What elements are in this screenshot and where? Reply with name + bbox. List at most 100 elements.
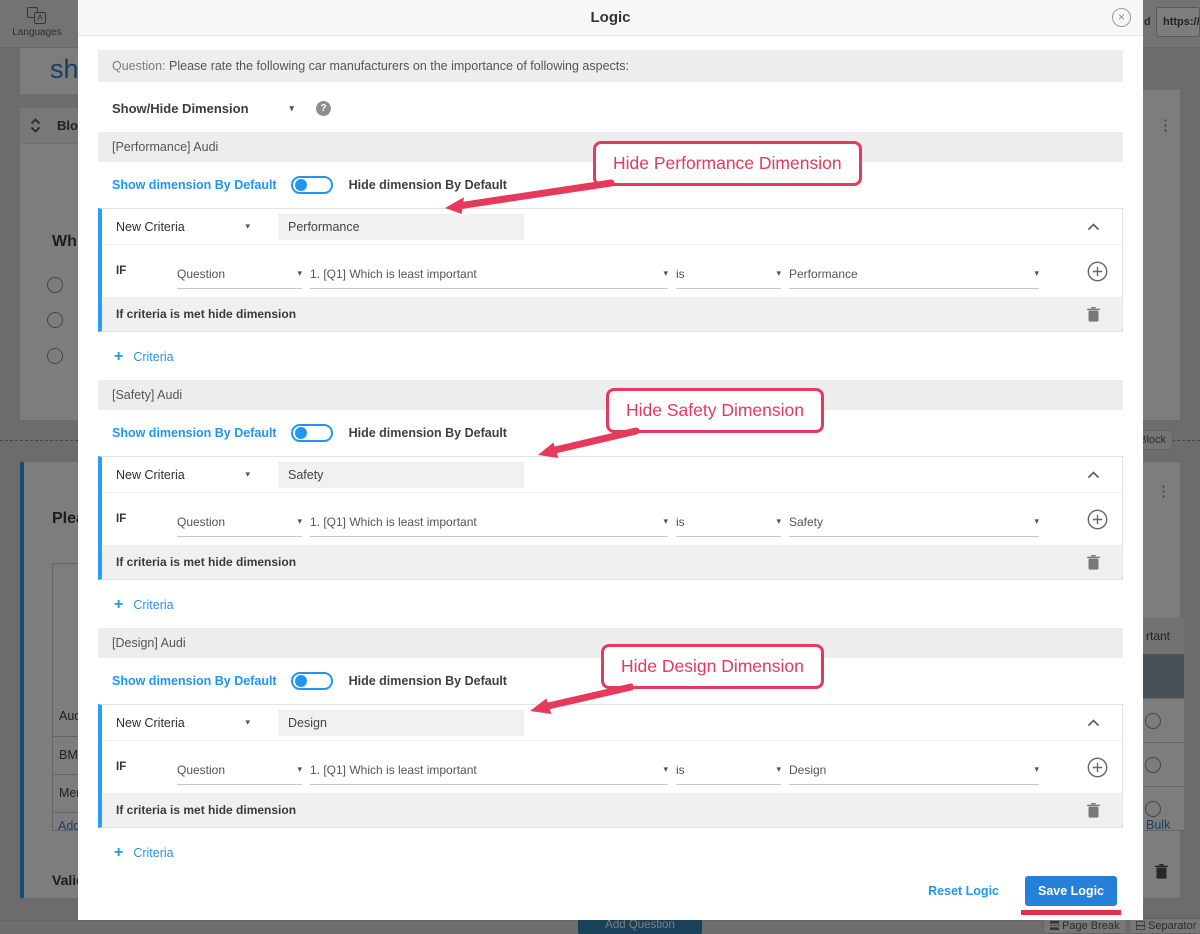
condition-operator-dropdown[interactable]: is ▾ — [676, 259, 781, 289]
annotation-hide-design: Hide Design Dimension — [601, 644, 824, 689]
logic-modal: Logic × Question: Please rate the follow… — [78, 0, 1143, 920]
collapse-chevron-icon[interactable] — [1087, 719, 1100, 727]
show-dimension-default-label: Show dimension By Default — [112, 178, 277, 192]
question-bar-label: Question: — [112, 59, 166, 73]
criteria-met-row: If criteria is met hide dimension — [102, 545, 1122, 579]
modal-footer: Reset Logic Save Logic — [98, 876, 1123, 906]
criteria-met-text: If criteria is met hide dimension — [116, 307, 296, 321]
question-bar-text: Please rate the following car manufactur… — [169, 59, 629, 73]
condition-type-dropdown[interactable]: Question ▾ — [177, 755, 302, 785]
dimension-default-toggle[interactable] — [291, 176, 333, 194]
delete-criteria-icon[interactable] — [1087, 555, 1100, 570]
condition-question-dropdown[interactable]: 1. [Q1] Which is least important ▾ — [310, 259, 668, 289]
add-criteria-label: Criteria — [133, 350, 173, 364]
annotation-arrow-icon — [443, 682, 633, 716]
chevron-down-icon: ▾ — [1034, 516, 1039, 527]
dimension-header-label: [Design] Audi — [112, 636, 186, 650]
condition-value-dropdown[interactable]: Design ▾ — [789, 755, 1039, 785]
save-logic-button[interactable]: Save Logic — [1025, 876, 1117, 906]
condition-question-dropdown[interactable]: 1. [Q1] Which is least important ▾ — [310, 755, 668, 785]
add-condition-icon[interactable] — [1087, 509, 1108, 530]
help-icon[interactable]: ? — [316, 101, 331, 116]
condition-row: IF Question ▾ 1. [Q1] Which is least imp… — [102, 245, 1122, 297]
condition-question-dropdown[interactable]: 1. [Q1] Which is least important ▾ — [310, 507, 668, 537]
question-bar: Question: Please rate the following car … — [98, 50, 1123, 82]
logic-type-dropdown[interactable]: Show/Hide Dimension ▾ — [112, 101, 294, 116]
if-label: IF — [116, 265, 136, 277]
delete-criteria-icon[interactable] — [1087, 307, 1100, 322]
chevron-down-icon: ▾ — [289, 103, 294, 114]
criteria-name-value: New Criteria — [116, 468, 185, 482]
add-condition-icon[interactable] — [1087, 261, 1108, 282]
criteria-name-value: New Criteria — [116, 220, 185, 234]
condition-row: IF Question ▾ 1. [Q1] Which is least imp… — [102, 493, 1122, 545]
criteria-card: New Criteria ▾ IF Question ▾ 1. [Q1] Whi… — [98, 208, 1123, 332]
chevron-down-icon: ▾ — [776, 764, 781, 775]
criteria-name-value: New Criteria — [116, 716, 185, 730]
chevron-down-icon: ▾ — [297, 268, 302, 279]
if-label: IF — [116, 513, 136, 525]
reset-logic-button[interactable]: Reset Logic — [928, 884, 999, 898]
annotation-arrow-icon — [453, 426, 643, 460]
chevron-down-icon: ▾ — [776, 516, 781, 527]
chevron-down-icon: ▾ — [245, 221, 250, 232]
condition-operator-dropdown[interactable]: is ▾ — [676, 755, 781, 785]
toggle-knob-icon — [295, 427, 307, 439]
annotation-hide-performance: Hide Performance Dimension — [593, 141, 862, 186]
dimension-name-input[interactable] — [278, 214, 524, 240]
annotation-arrow-icon — [433, 178, 623, 216]
condition-type-dropdown[interactable]: Question ▾ — [177, 259, 302, 289]
chevron-down-icon: ▾ — [663, 764, 668, 775]
criteria-card: New Criteria ▾ IF Question ▾ 1. [Q1] Whi… — [98, 704, 1123, 828]
criteria-name-dropdown[interactable]: New Criteria ▾ — [116, 716, 250, 730]
chevron-down-icon: ▾ — [297, 764, 302, 775]
criteria-met-text: If criteria is met hide dimension — [116, 803, 296, 817]
chevron-down-icon: ▾ — [297, 516, 302, 527]
dimension-sections: [Performance] Audi Show dimension By Def… — [98, 132, 1123, 862]
add-criteria-button[interactable]: + Criteria — [98, 348, 1123, 366]
add-criteria-label: Criteria — [133, 598, 173, 612]
criteria-name-dropdown[interactable]: New Criteria ▾ — [116, 220, 250, 234]
condition-value-dropdown[interactable]: Safety ▾ — [789, 507, 1039, 537]
criteria-name-dropdown[interactable]: New Criteria ▾ — [116, 468, 250, 482]
chevron-down-icon: ▾ — [1034, 268, 1039, 279]
if-label: IF — [116, 761, 136, 773]
toggle-knob-icon — [295, 675, 307, 687]
dimension-header-label: [Safety] Audi — [112, 388, 182, 402]
toggle-knob-icon — [295, 179, 307, 191]
dimension-name-input[interactable] — [278, 462, 524, 488]
criteria-met-row: If criteria is met hide dimension — [102, 297, 1122, 331]
logic-type-row: Show/Hide Dimension ▾ ? — [98, 96, 1123, 120]
collapse-chevron-icon[interactable] — [1087, 471, 1100, 479]
delete-criteria-icon[interactable] — [1087, 803, 1100, 818]
chevron-down-icon: ▾ — [245, 469, 250, 480]
modal-header: Logic × — [78, 0, 1143, 36]
collapse-chevron-icon[interactable] — [1087, 223, 1100, 231]
logic-type-value: Show/Hide Dimension — [112, 101, 249, 116]
condition-type-dropdown[interactable]: Question ▾ — [177, 507, 302, 537]
show-dimension-default-label: Show dimension By Default — [112, 426, 277, 440]
condition-operator-dropdown[interactable]: is ▾ — [676, 507, 781, 537]
criteria-met-text: If criteria is met hide dimension — [116, 555, 296, 569]
condition-value-dropdown[interactable]: Performance ▾ — [789, 259, 1039, 289]
chevron-down-icon: ▾ — [245, 717, 250, 728]
criteria-met-row: If criteria is met hide dimension — [102, 793, 1122, 827]
plus-icon: + — [114, 844, 123, 862]
add-condition-icon[interactable] — [1087, 757, 1108, 778]
chevron-down-icon: ▾ — [663, 516, 668, 527]
plus-icon: + — [114, 348, 123, 366]
chevron-down-icon: ▾ — [776, 268, 781, 279]
add-criteria-button[interactable]: + Criteria — [98, 596, 1123, 614]
criteria-card-header: New Criteria ▾ — [102, 457, 1122, 493]
chevron-down-icon: ▾ — [663, 268, 668, 279]
dimension-default-toggle[interactable] — [291, 672, 333, 690]
criteria-card: New Criteria ▾ IF Question ▾ 1. [Q1] Whi… — [98, 456, 1123, 580]
modal-title: Logic — [591, 9, 631, 26]
close-icon[interactable]: × — [1112, 8, 1131, 27]
condition-row: IF Question ▾ 1. [Q1] Which is least imp… — [102, 741, 1122, 793]
dimension-default-toggle[interactable] — [291, 424, 333, 442]
annotation-underline — [1021, 910, 1121, 915]
add-criteria-label: Criteria — [133, 846, 173, 860]
dimension-header-label: [Performance] Audi — [112, 140, 218, 154]
add-criteria-button[interactable]: + Criteria — [98, 844, 1123, 862]
